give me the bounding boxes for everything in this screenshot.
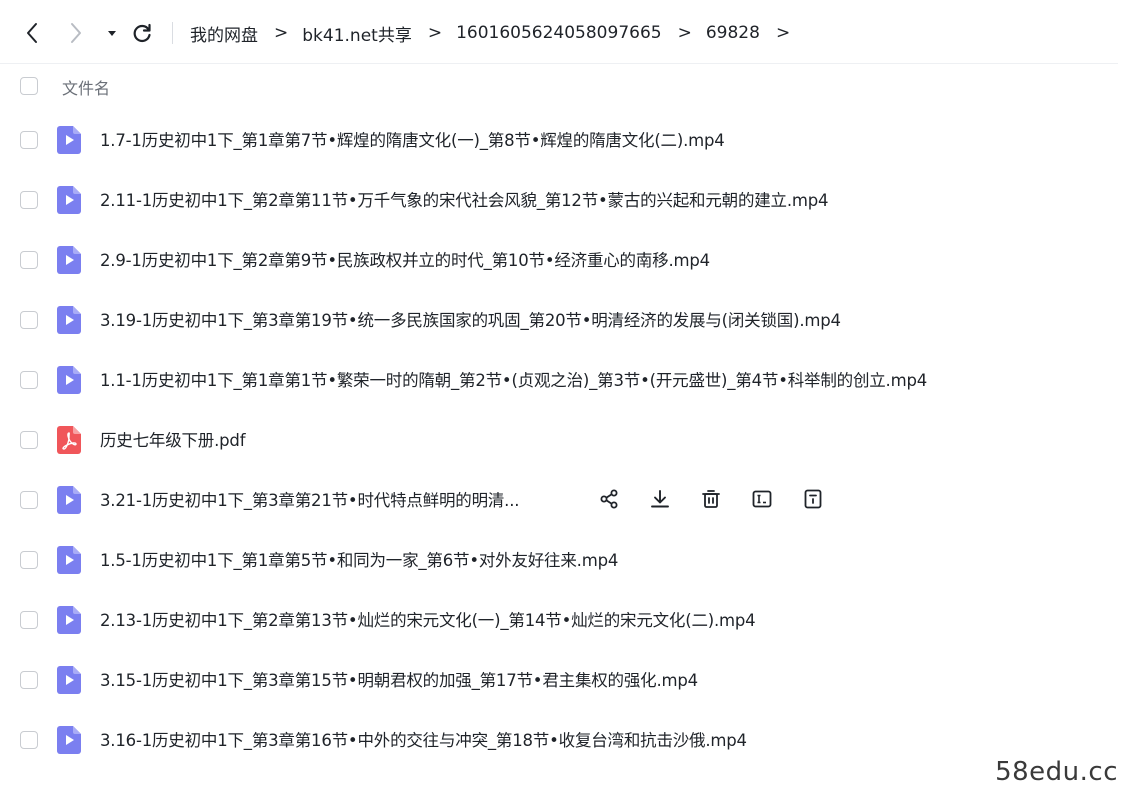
breadcrumb-separator: > bbox=[677, 23, 692, 43]
refresh-icon bbox=[133, 23, 151, 43]
file-name[interactable]: 1.7-1历史初中1下_第1章第7节•辉煌的隋唐文化(一)_第8节•辉煌的隋唐文… bbox=[100, 127, 725, 151]
download-icon bbox=[651, 490, 669, 508]
column-header-filename[interactable]: 文件名 bbox=[62, 75, 110, 99]
file-row[interactable]: 3.15-1历史初中1下_第3章第15节•明朝君权的加强_第17节•君主集权的强… bbox=[0, 650, 1118, 710]
row-checkbox[interactable] bbox=[20, 491, 38, 509]
pdf-file-icon bbox=[57, 426, 81, 454]
watermark: 58edu.cc bbox=[995, 757, 1118, 787]
breadcrumb: 我的网盘 > bk41.net共享 > 1601605624058097665 … bbox=[190, 20, 804, 46]
share-icon bbox=[600, 489, 618, 509]
row-checkbox[interactable] bbox=[20, 611, 38, 629]
file-manager-page: 我的网盘 > bk41.net共享 > 1601605624058097665 … bbox=[0, 0, 1136, 797]
row-checkbox[interactable] bbox=[20, 191, 38, 209]
file-row[interactable]: 1.5-1历史初中1下_第1章第5节•和同为一家_第6节•对外友好往来.mp4 bbox=[0, 530, 1118, 590]
video-file-icon bbox=[57, 486, 81, 514]
file-name[interactable]: 3.15-1历史初中1下_第3章第15节•明朝君权的加强_第17节•君主集权的强… bbox=[100, 667, 698, 691]
row-checkbox[interactable] bbox=[20, 731, 38, 749]
row-checkbox[interactable] bbox=[20, 251, 38, 269]
details-icon bbox=[804, 489, 822, 509]
breadcrumb-item-share[interactable]: bk41.net共享 bbox=[302, 21, 412, 46]
row-checkbox[interactable] bbox=[20, 671, 38, 689]
delete-icon bbox=[702, 490, 720, 508]
share-button[interactable] bbox=[596, 486, 622, 512]
row-actions bbox=[596, 486, 851, 512]
video-file-icon bbox=[57, 246, 81, 274]
file-name[interactable]: 1.1-1历史初中1下_第1章第1节•繁荣一时的隋朝_第2节•(贞观之治)_第3… bbox=[100, 367, 927, 391]
top-toolbar: 我的网盘 > bk41.net共享 > 1601605624058097665 … bbox=[0, 0, 1118, 64]
row-checkbox[interactable] bbox=[20, 551, 38, 569]
video-file-icon bbox=[57, 366, 81, 394]
delete-button[interactable] bbox=[698, 486, 724, 512]
file-name[interactable]: 历史七年级下册.pdf bbox=[100, 427, 246, 451]
file-name[interactable]: 3.16-1历史初中1下_第3章第16节•中外的交往与冲突_第18节•收复台湾和… bbox=[100, 727, 747, 751]
file-row[interactable]: 1.7-1历史初中1下_第1章第7节•辉煌的隋唐文化(一)_第8节•辉煌的隋唐文… bbox=[0, 110, 1118, 170]
file-name[interactable]: 3.21-1历史初中1下_第3章第21节•时代特点鲜明的明清... bbox=[100, 487, 519, 511]
row-checkbox[interactable] bbox=[20, 131, 38, 149]
file-list-header: 文件名 bbox=[0, 64, 1118, 108]
file-row[interactable]: 3.19-1历史初中1下_第3章第19节•统一多民族国家的巩固_第20节•明清经… bbox=[0, 290, 1118, 350]
file-row[interactable]: 2.9-1历史初中1下_第2章第9节•民族政权并立的时代_第10节•经济重心的南… bbox=[0, 230, 1118, 290]
chevron-right-icon bbox=[71, 23, 81, 43]
file-name[interactable]: 2.11-1历史初中1下_第2章第11节•万千气象的宋代社会风貌_第12节•蒙古… bbox=[100, 187, 829, 211]
video-file-icon bbox=[57, 306, 81, 334]
back-button[interactable] bbox=[20, 20, 44, 46]
file-name[interactable]: 1.5-1历史初中1下_第1章第5节•和同为一家_第6节•对外友好往来.mp4 bbox=[100, 547, 618, 571]
file-row[interactable]: 3.16-1历史初中1下_第3章第16节•中外的交往与冲突_第18节•收复台湾和… bbox=[0, 710, 1118, 770]
breadcrumb-item-folder-id[interactable]: 1601605624058097665 bbox=[456, 23, 662, 43]
row-checkbox[interactable] bbox=[20, 311, 38, 329]
caret-down-icon bbox=[108, 31, 116, 36]
history-dropdown-button[interactable] bbox=[100, 20, 124, 46]
rename-button[interactable] bbox=[749, 486, 775, 512]
rename-icon bbox=[752, 490, 772, 508]
file-row[interactable]: 3.21-1历史初中1下_第3章第21节•时代特点鲜明的明清... bbox=[0, 470, 1118, 530]
breadcrumb-separator: > bbox=[274, 23, 289, 43]
file-name[interactable]: 2.13-1历史初中1下_第2章第13节•灿烂的宋元文化(一)_第14节•灿烂的… bbox=[100, 607, 756, 631]
forward-button[interactable] bbox=[64, 20, 88, 46]
breadcrumb-separator: > bbox=[775, 23, 791, 43]
file-row[interactable]: 1.1-1历史初中1下_第1章第1节•繁荣一时的隋朝_第2节•(贞观之治)_第3… bbox=[0, 350, 1118, 410]
video-file-icon bbox=[57, 606, 81, 634]
video-file-icon bbox=[57, 726, 81, 754]
row-checkbox[interactable] bbox=[20, 371, 38, 389]
file-name[interactable]: 3.19-1历史初中1下_第3章第19节•统一多民族国家的巩固_第20节•明清经… bbox=[100, 307, 841, 331]
file-name[interactable]: 2.9-1历史初中1下_第2章第9节•民族政权并立的时代_第10节•经济重心的南… bbox=[100, 247, 710, 271]
video-file-icon bbox=[57, 666, 81, 694]
video-file-icon bbox=[57, 186, 81, 214]
chevron-left-icon bbox=[27, 23, 37, 43]
details-button[interactable] bbox=[800, 486, 826, 512]
breadcrumb-separator: > bbox=[427, 23, 443, 43]
breadcrumb-item-current[interactable]: 69828 bbox=[706, 23, 760, 43]
file-row[interactable]: 2.13-1历史初中1下_第2章第13节•灿烂的宋元文化(一)_第14节•灿烂的… bbox=[0, 590, 1118, 650]
refresh-button[interactable] bbox=[130, 20, 154, 46]
select-all-checkbox[interactable] bbox=[20, 77, 38, 95]
row-checkbox[interactable] bbox=[20, 431, 38, 449]
toolbar-divider bbox=[172, 22, 173, 44]
download-button[interactable] bbox=[647, 486, 673, 512]
file-row[interactable]: 历史七年级下册.pdf bbox=[0, 410, 1118, 470]
video-file-icon bbox=[57, 546, 81, 574]
file-row[interactable]: 2.11-1历史初中1下_第2章第11节•万千气象的宋代社会风貌_第12节•蒙古… bbox=[0, 170, 1118, 230]
video-file-icon bbox=[57, 126, 81, 154]
file-list: 1.7-1历史初中1下_第1章第7节•辉煌的隋唐文化(一)_第8节•辉煌的隋唐文… bbox=[0, 110, 1118, 770]
breadcrumb-item-root[interactable]: 我的网盘 bbox=[190, 21, 258, 46]
